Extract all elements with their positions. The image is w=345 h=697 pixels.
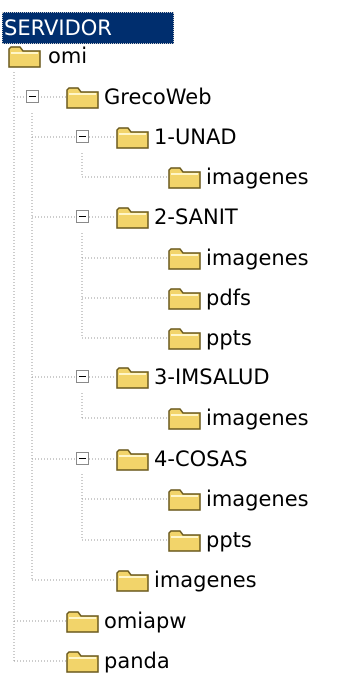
tree-node-label: 3-IMSALUD [154,365,270,389]
folder-icon [168,164,202,190]
tree-node-imagenes[interactable]: imagenes [0,402,345,434]
tree-node-label: imagenes [206,246,309,270]
folder-icon [116,204,150,230]
tree-node-1-unad[interactable]: 1-UNAD [0,121,345,153]
tree-node-imagenes[interactable]: imagenes [0,564,345,596]
folder-icon [168,245,202,271]
collapse-toggle-icon[interactable] [76,452,89,465]
tree-node-label: imagenes [154,568,257,592]
tree-node-label: GrecoWeb [104,85,212,109]
tree-node-label: 1-UNAD [154,125,237,149]
tree-node-ppts[interactable]: ppts [0,322,345,354]
tree-node-label: imagenes [206,165,309,189]
folder-icon [116,124,150,150]
tree-node-pdfs[interactable]: pdfs [0,282,345,314]
tree-node-label: 4-COSAS [154,447,248,471]
collapse-toggle-icon[interactable] [26,90,39,103]
collapse-toggle-icon[interactable] [76,130,89,143]
folder-icon [66,608,100,634]
tree-node-label: 2-SANIT [154,205,238,229]
tree-node-panda[interactable]: panda [0,645,345,677]
collapse-toggle-icon[interactable] [76,370,89,383]
tree-node-3-imsalud[interactable]: 3-IMSALUD [0,361,345,393]
tree-node-omi[interactable]: omi [0,40,345,72]
folder-icon [66,84,100,110]
folder-icon [116,446,150,472]
tree-node-4-cosas[interactable]: 4-COSAS [0,443,345,475]
tree-node-label: ppts [206,326,252,350]
tree-node-label: ppts [206,528,252,552]
tree-node-imagenes[interactable]: imagenes [0,242,345,274]
tree-node-ppts[interactable]: ppts [0,524,345,556]
folder-icon [168,285,202,311]
folder-icon [116,364,150,390]
tree-node-imagenes[interactable]: imagenes [0,483,345,515]
folder-icon [168,405,202,431]
folder-icon [168,527,202,553]
folder-icon [8,43,42,69]
folder-icon [168,486,202,512]
folder-icon [66,648,100,674]
tree-node-imagenes[interactable]: imagenes [0,161,345,193]
tree-node-label: panda [104,649,170,673]
collapse-toggle-icon[interactable] [76,210,89,223]
tree-node-label: imagenes [206,487,309,511]
tree-node-label: omiapw [104,609,187,633]
tree-node-label: omi [48,44,88,68]
tree-node-label: pdfs [206,286,251,310]
folder-icon [116,567,150,593]
tree-node-grecoweb[interactable]: GrecoWeb [0,81,345,113]
folder-icon [168,325,202,351]
folder-tree: SERVIDOR omi GrecoWeb 1-UNAD imagenes 2-SANI… [0,0,345,697]
tree-node-label: imagenes [206,406,309,430]
tree-node-omiapw[interactable]: omiapw [0,605,345,637]
tree-node-2-sanit[interactable]: 2-SANIT [0,201,345,233]
